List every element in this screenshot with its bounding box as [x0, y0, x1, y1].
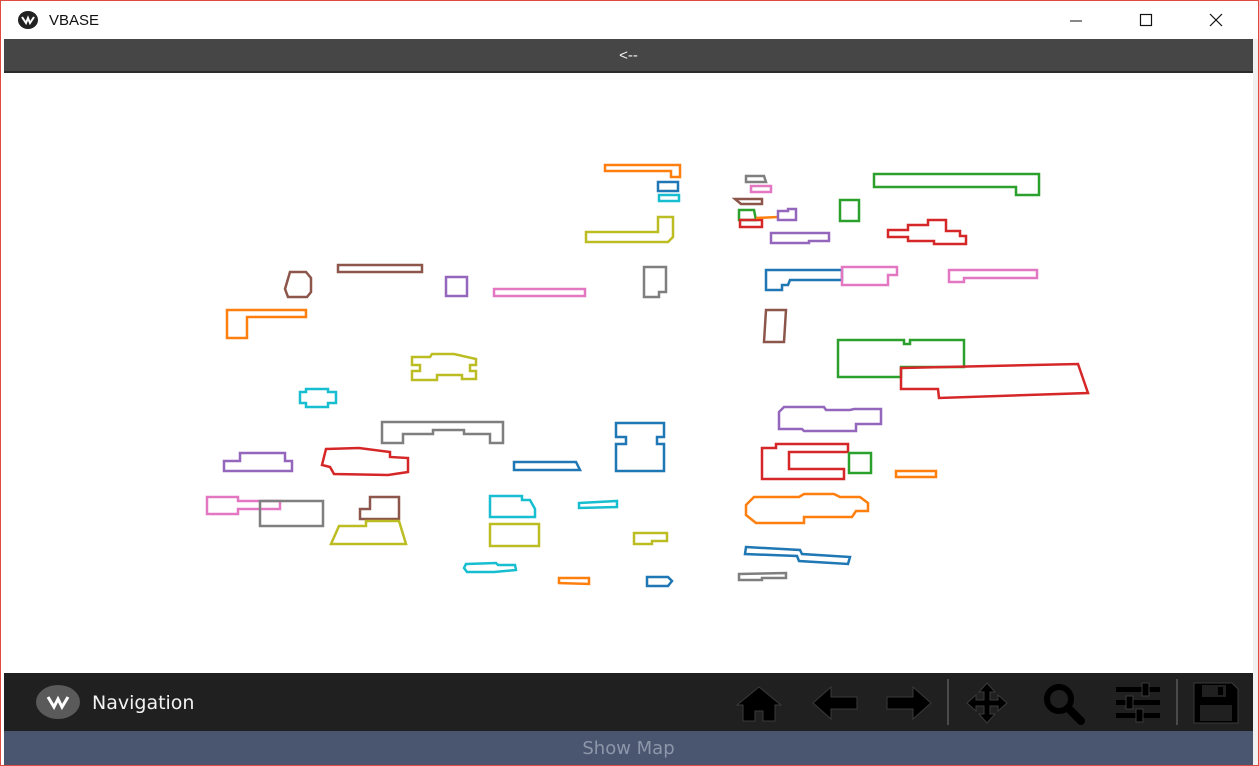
- footprint: [762, 308, 788, 344]
- footprint: [886, 218, 968, 246]
- app-window: VBASE <-- Navigation Show Map: [0, 0, 1259, 766]
- footprint: [947, 268, 1039, 284]
- show-map-label: Show Map: [582, 737, 675, 759]
- footprint: [894, 469, 938, 479]
- side-strip: [1253, 39, 1258, 765]
- footprint: [794, 457, 844, 469]
- close-button[interactable]: [1181, 1, 1251, 39]
- footprint: [744, 174, 768, 184]
- back-button[interactable]: <--: [4, 39, 1253, 73]
- back-arrow-icon: [812, 685, 858, 721]
- footprint: [462, 561, 518, 574]
- toolbar-separator: [1176, 679, 1178, 725]
- footprint: [764, 268, 844, 292]
- footprint: [749, 184, 773, 194]
- footprint: [755, 215, 779, 220]
- footprint: [744, 492, 870, 525]
- footprint: [225, 308, 308, 340]
- footprint: [743, 545, 852, 566]
- configure-subplots-button[interactable]: [1110, 681, 1166, 725]
- footprint: [512, 460, 583, 472]
- footprint: [656, 180, 680, 193]
- forward-button[interactable]: [881, 681, 937, 725]
- footprint: [488, 522, 541, 548]
- home-button[interactable]: [731, 681, 787, 725]
- app-logo-icon: [36, 685, 80, 719]
- footprint: [320, 446, 410, 477]
- maximize-icon: [1139, 13, 1153, 27]
- footprint: [329, 519, 408, 546]
- footprint: [737, 208, 758, 222]
- close-icon: [1209, 13, 1223, 27]
- footprint: [838, 198, 861, 223]
- minimize-icon: [1070, 20, 1082, 22]
- toolbar-label: Navigation: [92, 692, 195, 714]
- footprint: [642, 265, 668, 299]
- footprint: [776, 207, 798, 222]
- footprint: [283, 270, 313, 299]
- zoom-button[interactable]: [1035, 681, 1091, 725]
- minimize-button[interactable]: [1041, 1, 1111, 39]
- footprint: [488, 494, 537, 519]
- building-footprints: [205, 163, 1090, 588]
- save-button[interactable]: [1188, 681, 1244, 725]
- show-map-button[interactable]: Show Map: [4, 731, 1253, 765]
- toolbar-separator: [947, 679, 949, 725]
- footprint: [840, 265, 899, 287]
- map-canvas[interactable]: [4, 73, 1253, 673]
- configure-subplots-icon: [1116, 682, 1160, 723]
- footprint: [632, 531, 669, 546]
- footprint: [738, 218, 764, 229]
- footprint: [760, 442, 850, 481]
- footprint: [645, 575, 674, 588]
- maximize-button[interactable]: [1111, 1, 1181, 39]
- footprint: [492, 287, 587, 298]
- navigation-toolbar: Navigation: [4, 673, 1253, 731]
- footprint: [205, 495, 282, 516]
- forward-arrow-icon: [886, 685, 932, 721]
- footprint: [336, 263, 424, 274]
- window-title: VBASE: [49, 12, 100, 29]
- zoom-magnifier-icon: [1044, 684, 1085, 725]
- home-icon: [735, 686, 783, 722]
- footprint: [899, 362, 1090, 400]
- footprint: [737, 571, 788, 582]
- footprint: [769, 231, 831, 245]
- footprint: [444, 275, 469, 298]
- footprint: [258, 499, 325, 528]
- footprint: [657, 193, 681, 203]
- footprint: [603, 163, 682, 179]
- footprint: [358, 495, 401, 521]
- footprint: [584, 215, 675, 244]
- footprint: [222, 451, 294, 473]
- footprint: [614, 421, 666, 473]
- back-button[interactable]: [807, 681, 863, 725]
- footprint: [777, 405, 883, 433]
- pan-button[interactable]: [959, 681, 1015, 725]
- save-floppy-icon: [1193, 682, 1239, 724]
- pan-move-icon: [966, 682, 1008, 724]
- back-button-label: <--: [619, 46, 638, 64]
- footprint: [410, 352, 478, 382]
- footprint: [380, 420, 505, 445]
- footprint: [731, 197, 764, 206]
- app-logo-icon: [17, 10, 39, 30]
- footprint: [847, 451, 873, 475]
- footprint: [298, 387, 338, 409]
- footprint: [577, 499, 619, 510]
- title-bar: VBASE: [1, 1, 1258, 39]
- footprint: [557, 576, 591, 586]
- footprint: [872, 172, 1041, 197]
